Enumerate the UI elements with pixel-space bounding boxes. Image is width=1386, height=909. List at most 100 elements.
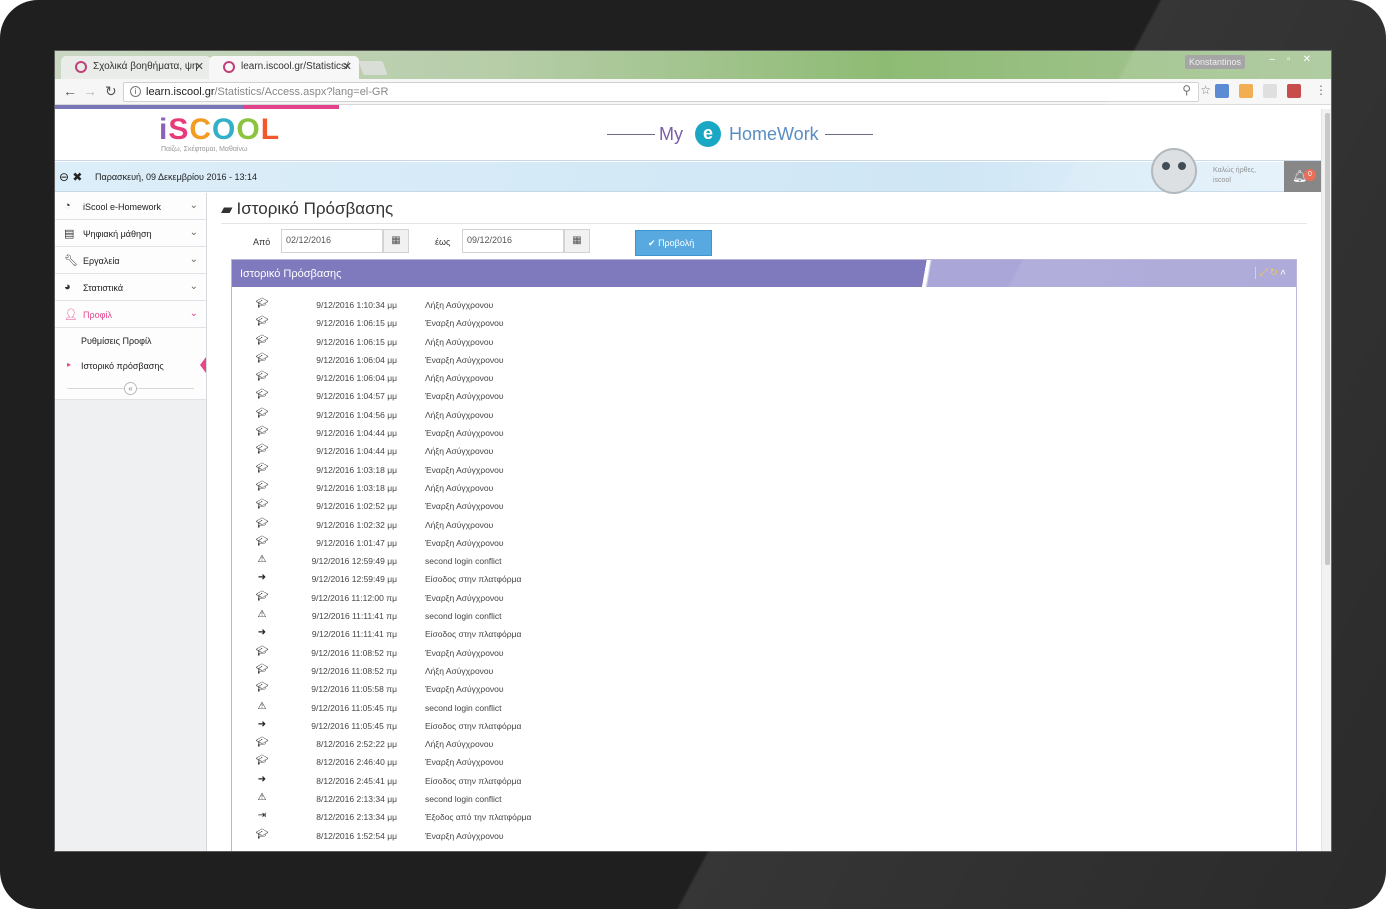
row-event: Έναρξη Ασύγχρονου: [425, 684, 504, 695]
expand-icon[interactable]: ⤢: [1260, 268, 1270, 279]
graduation-cap-icon: 🎓︎: [255, 645, 269, 657]
calendar-icon[interactable]: ▦: [564, 229, 590, 253]
row-timestamp: 9/12/2016 1:04:44 μμ: [316, 446, 397, 457]
table-row: ➜ 8/12/2016 2:45:41 μμ Είσοδος στην πλατφό…: [232, 772, 1296, 790]
row-timestamp: 9/12/2016 11:05:45 πμ: [311, 720, 397, 731]
check-icon: ✔: [648, 238, 656, 248]
row-timestamp: 9/12/2016 11:05:45 πμ: [311, 702, 397, 713]
row-timestamp: 9/12/2016 11:08:52 πμ: [311, 665, 397, 676]
scrollbar-thumb[interactable]: [1325, 113, 1330, 565]
e-logo-icon: e: [695, 121, 721, 147]
table-row: 🎓︎ 9/12/2016 1:04:44 μμ Λήξη Ασύγχρονου: [232, 442, 1296, 460]
table-row: ⚠ 9/12/2016 12:59:49 μμ second login confl…: [232, 552, 1296, 570]
url-input[interactable]: i learn.iscool.gr/Statistics/Access.aspx…: [123, 82, 1199, 102]
brand-line-right: [825, 134, 873, 135]
extension-icon[interactable]: [1239, 84, 1253, 98]
calendar-icon[interactable]: ▦: [383, 229, 409, 253]
new-tab-button[interactable]: [358, 61, 388, 75]
graduation-cap-icon: 🎓︎: [255, 499, 269, 511]
menu-dots-icon[interactable]: ⋮: [1315, 83, 1327, 97]
row-timestamp: 9/12/2016 1:06:15 μμ: [316, 336, 397, 347]
book-icon: ▤: [64, 228, 75, 240]
refresh-icon[interactable]: ↻: [1270, 268, 1280, 279]
my-e-homework-brand: My e HomeWork: [607, 121, 877, 149]
graduation-cap-icon: 🎓︎: [255, 407, 269, 419]
pdf-extension-icon[interactable]: [1287, 84, 1301, 98]
sidebar-item-label: iScool e-Homework: [83, 202, 162, 212]
row-timestamp: 9/12/2016 1:10:34 μμ: [316, 300, 397, 310]
graduation-cap-icon: 🎓︎: [255, 316, 269, 328]
sidebar-item-label: Ψηφιακή μάθηση: [83, 229, 152, 239]
collapse-sidebar-icon[interactable]: «: [124, 382, 137, 395]
tablet-frame: Σχολικά βοηθήματα, ψη ✕ learn.iscool.gr/…: [0, 0, 1386, 909]
chevron-down-icon: ⌄: [189, 227, 198, 238]
graduation-cap-icon: 🎓︎: [255, 389, 269, 401]
row-timestamp: 9/12/2016 1:02:32 μμ: [316, 519, 397, 530]
sidebar-subitem-profile-settings[interactable]: Ρυθμίσεις Προφίλ: [55, 328, 206, 353]
arrow-right-icon: ➜: [257, 572, 267, 584]
view-button[interactable]: ✔ Προβολή: [635, 230, 712, 256]
forward-icon[interactable]: →: [83, 83, 97, 99]
browser-addressbar: ← → ↻ i learn.iscool.gr/Statistics/Acces…: [55, 79, 1331, 105]
graduation-cap-icon: 🎓︎: [255, 828, 269, 840]
table-row: ⚠ 9/12/2016 11:11:41 πμ second login confl…: [232, 607, 1296, 625]
from-date-input[interactable]: 02/12/2016: [281, 229, 383, 253]
iscool-logo[interactable]: iSCOOL: [159, 113, 280, 147]
page-scrollbar[interactable]: [1321, 109, 1331, 851]
pie-chart-icon: ◕: [64, 281, 71, 293]
graduation-cap-icon: 🎓︎: [255, 737, 269, 749]
notifications-button[interactable]: 🔔︎ 0: [1284, 161, 1321, 192]
close-tab-icon[interactable]: ✕: [343, 60, 352, 73]
table-row: 🎓︎ 9/12/2016 1:03:18 μμ Έναρξη Ασύγχρονου: [232, 461, 1296, 479]
panel-title: Ιστορικό Πρόσβασης: [240, 268, 342, 280]
table-row: 🎓︎ 9/12/2016 1:06:04 μμ Λήξη Ασύγχρονου: [232, 369, 1296, 387]
logo-letter: i: [159, 113, 169, 146]
row-event: Έναρξη Ασύγχρονου: [425, 391, 504, 402]
chevron-down-icon: ⌄: [189, 308, 198, 319]
reload-icon[interactable]: ↻: [105, 83, 117, 100]
table-row: ⚠ 8/12/2016 2:13:34 μμ second login confli…: [232, 790, 1296, 808]
bookmark-star-icon[interactable]: ☆: [1200, 83, 1211, 97]
collapse-up-icon[interactable]: ˄: [1280, 268, 1288, 279]
wrench-icon: 🔧︎: [64, 255, 78, 267]
browser-tab-2[interactable]: learn.iscool.gr/Statistics/ ✕: [209, 56, 359, 79]
row-timestamp: 9/12/2016 1:04:56 μμ: [316, 409, 397, 420]
row-event: Έναρξη Ασύγχρονου: [425, 428, 504, 439]
search-icon[interactable]: ⚲: [1182, 83, 1191, 97]
sidebar-item-statistics[interactable]: ◕ Στατιστικά ⌄: [55, 274, 206, 301]
table-row: 🎓︎ 9/12/2016 1:02:52 μμ Έναρξη Ασύγχρονου: [232, 497, 1296, 515]
row-timestamp: 9/12/2016 1:06:04 μμ: [316, 373, 397, 384]
site-header: iSCOOL Παίζω, Σκέφτομαι, Μαθαίνω My e Ho…: [55, 109, 1321, 161]
close-tab-icon[interactable]: ✕: [195, 60, 204, 73]
sidebar-subitem-access-history[interactable]: ▸ Ιστορικό πρόσβασης: [55, 353, 206, 378]
row-event: Λήξη Ασύγχρονου: [425, 373, 494, 384]
extension-icon[interactable]: [1215, 84, 1229, 98]
to-date-input[interactable]: 09/12/2016: [462, 229, 564, 253]
row-timestamp: 9/12/2016 11:11:41 πμ: [311, 629, 397, 640]
sidebar-item-digital-learning[interactable]: ▤ Ψηφιακή μάθηση ⌄: [55, 220, 206, 247]
row-event: Έναρξη Ασύγχρονου: [425, 647, 504, 658]
browser-tab-1[interactable]: Σχολικά βοηθήματα, ψη ✕: [61, 56, 211, 79]
graduation-cap-icon: 🎓︎: [255, 334, 269, 346]
row-timestamp: 9/12/2016 1:03:18 μμ: [316, 482, 397, 493]
welcome-username[interactable]: iscool: [1213, 176, 1256, 186]
sidebar-item-iscool-ehomework[interactable]: ◔ iScool e-Homework ⌄: [55, 193, 206, 220]
window-user-label[interactable]: Konstantinos: [1184, 55, 1245, 69]
row-event: Έναρξη Ασύγχρονου: [425, 757, 504, 768]
info-icon[interactable]: i: [130, 86, 141, 97]
extension-icon[interactable]: [1263, 84, 1277, 98]
sidebar-item-tools[interactable]: 🔧︎ Εργαλεία ⌄: [55, 247, 206, 274]
row-timestamp: 9/12/2016 12:59:49 μμ: [311, 574, 397, 585]
access-log-list: 🎓︎ 9/12/2016 1:10:34 μμ Λήξη Ασύγχρονου 🎓︎ 9…: [232, 296, 1296, 845]
toggle-sidebar-icons[interactable]: ⊖ ✖: [59, 170, 82, 184]
row-event: Έναρξη Ασύγχρονου: [425, 830, 504, 841]
chevron-down-icon: ⌄: [189, 200, 198, 211]
page-title: ▰ Ιστορικό Πρόσβασης: [221, 199, 393, 219]
table-row: 🎓︎ 9/12/2016 11:05:58 πμ Έναρξη Ασύγχρονου: [232, 680, 1296, 698]
back-icon[interactable]: ←: [63, 83, 77, 99]
table-row: 🎓︎ 8/12/2016 1:52:54 μμ Έναρξη Ασύγχρονου: [232, 827, 1296, 845]
sidebar-item-profile[interactable]: 👤︎ Προφίλ ⌄: [55, 301, 206, 328]
row-event: second login conflict: [425, 702, 502, 713]
window-controls[interactable]: –▫✕: [1270, 54, 1324, 65]
logo-letter: O: [236, 113, 261, 146]
